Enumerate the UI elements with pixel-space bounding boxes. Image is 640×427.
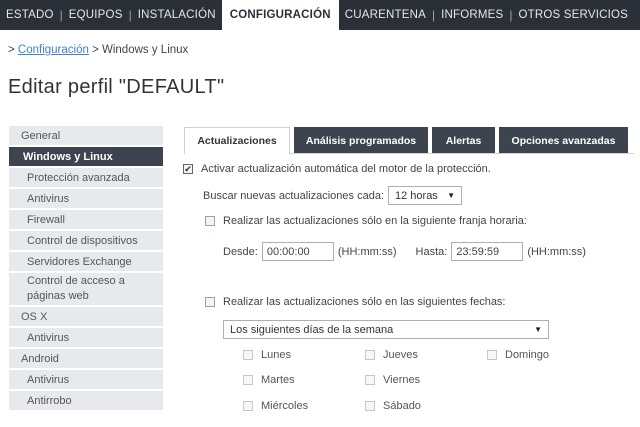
dates-row: Realizar las actualizaciones sólo en las… bbox=[205, 296, 506, 308]
day-label: Domingo bbox=[505, 349, 550, 361]
dates-mode-select[interactable]: Los siguientes días de la semana ▼ bbox=[223, 320, 549, 339]
nav-informes[interactable]: INFORMES bbox=[435, 0, 509, 30]
sidebar-item-android[interactable]: Android bbox=[9, 349, 163, 370]
day-checkbox-martes[interactable] bbox=[243, 375, 253, 385]
day-lunes: Lunes bbox=[243, 349, 291, 361]
desde-label: Desde: bbox=[223, 245, 258, 258]
day-miercoles: Miércoles bbox=[243, 400, 308, 412]
desde-format-hint: (HH:mm:ss) bbox=[337, 245, 397, 258]
hasta-format-hint: (HH:mm:ss) bbox=[527, 245, 586, 258]
time-range-row: Desde: 00:00:00 (HH:mm:ss) Hasta: 23:59:… bbox=[223, 242, 586, 261]
auto-update-checkbox[interactable]: ✔ bbox=[183, 164, 193, 174]
sidebar-item-servidores-exchange[interactable]: Servidores Exchange bbox=[9, 252, 163, 273]
day-viernes: Viernes bbox=[365, 374, 420, 386]
day-sabado: Sábado bbox=[365, 400, 421, 412]
tab-divider bbox=[290, 153, 634, 154]
day-label: Viernes bbox=[383, 374, 421, 386]
auto-update-row: ✔ Activar actualización automática del m… bbox=[183, 163, 491, 175]
tab-alertas[interactable]: Alertas bbox=[432, 127, 495, 154]
sidebar-item-label: Control de acceso a bbox=[27, 275, 125, 287]
nav-estado[interactable]: ESTADO bbox=[0, 0, 60, 30]
nav-otros-servicios[interactable]: OTROS SERVICIOS bbox=[513, 0, 635, 30]
search-interval-row: Buscar nuevas actualizaciones cada: 12 h… bbox=[203, 186, 462, 205]
page-title: Editar perfil "DEFAULT" bbox=[8, 76, 225, 98]
breadcrumb: > Configuración > Windows y Linux bbox=[8, 44, 188, 56]
tab-actualizaciones[interactable]: Actualizaciones bbox=[184, 127, 290, 154]
day-label: Lunes bbox=[261, 349, 291, 361]
sidebar-item-proteccion-avanzada[interactable]: Protección avanzada bbox=[9, 168, 163, 189]
sidebar-item-control-dispositivos[interactable]: Control de dispositivos bbox=[9, 231, 163, 252]
top-navigation: ESTADO | EQUIPOS | INSTALACIÓN CONFIGURA… bbox=[0, 0, 640, 30]
breadcrumb-link-configuracion[interactable]: Configuración bbox=[18, 44, 89, 56]
search-interval-label: Buscar nuevas actualizaciones cada: bbox=[203, 189, 384, 202]
sidebar-item-osx-antivirus[interactable]: Antivirus bbox=[9, 328, 163, 349]
sidebar-item-antirrobo[interactable]: Antirrobo bbox=[9, 391, 163, 412]
sidebar: General Windows y Linux Protección avanz… bbox=[9, 126, 163, 412]
day-checkbox-jueves[interactable] bbox=[365, 350, 375, 360]
chevron-down-icon: ▼ bbox=[447, 191, 455, 200]
sidebar-item-android-antivirus[interactable]: Antivirus bbox=[9, 370, 163, 391]
sidebar-item-osx[interactable]: OS X bbox=[9, 307, 163, 328]
day-label: Sábado bbox=[383, 400, 421, 412]
day-label: Miércoles bbox=[261, 400, 309, 412]
nav-equipos[interactable]: EQUIPOS bbox=[63, 0, 129, 30]
desde-input[interactable]: 00:00:00 bbox=[261, 242, 334, 261]
dates-mode-value: Los siguientes días de la semana bbox=[230, 323, 394, 336]
sidebar-item-label: páginas web bbox=[27, 290, 89, 302]
nav-cuarentena[interactable]: CUARENTENA bbox=[339, 0, 432, 30]
day-checkbox-lunes[interactable] bbox=[243, 350, 253, 360]
search-interval-select[interactable]: 12 horas ▼ bbox=[388, 186, 462, 205]
timeslot-checkbox[interactable] bbox=[205, 216, 215, 226]
sidebar-item-windows-linux[interactable]: Windows y Linux bbox=[9, 147, 163, 168]
breadcrumb-prefix: > bbox=[8, 44, 15, 56]
day-label: Martes bbox=[261, 374, 295, 386]
auto-update-label: Activar actualización automática del mot… bbox=[201, 163, 491, 175]
day-label: Jueves bbox=[383, 349, 418, 361]
nav-configuracion[interactable]: CONFIGURACIÓN bbox=[221, 0, 339, 30]
day-domingo: Domingo bbox=[487, 349, 549, 361]
tab-opciones-avanzadas[interactable]: Opciones avanzadas bbox=[499, 127, 628, 154]
sidebar-item-firewall[interactable]: Firewall bbox=[9, 210, 163, 231]
dates-select-row: Los siguientes días de la semana ▼ bbox=[223, 320, 549, 339]
dates-checkbox[interactable] bbox=[205, 297, 215, 307]
timeslot-label: Realizar las actualizaciones sólo en la … bbox=[223, 215, 527, 227]
dates-label: Realizar las actualizaciones sólo en las… bbox=[223, 296, 506, 308]
day-checkbox-domingo[interactable] bbox=[487, 350, 497, 360]
chevron-down-icon: ▼ bbox=[534, 325, 542, 334]
day-checkbox-sabado[interactable] bbox=[365, 401, 375, 411]
day-checkbox-miercoles[interactable] bbox=[243, 401, 253, 411]
timeslot-row: Realizar las actualizaciones sólo en la … bbox=[205, 215, 527, 227]
day-jueves: Jueves bbox=[365, 349, 418, 361]
breadcrumb-current: > Windows y Linux bbox=[92, 44, 189, 56]
search-interval-value: 12 horas bbox=[395, 189, 438, 202]
tab-analisis-programados[interactable]: Análisis programados bbox=[294, 127, 428, 154]
day-checkbox-viernes[interactable] bbox=[365, 375, 375, 385]
tab-bar: Actualizaciones Análisis programados Ale… bbox=[184, 127, 628, 154]
sidebar-item-general[interactable]: General bbox=[9, 126, 163, 147]
nav-instalacion[interactable]: INSTALACIÓN bbox=[132, 0, 222, 30]
sidebar-item-antivirus[interactable]: Antivirus bbox=[9, 189, 163, 210]
hasta-input[interactable]: 23:59:59 bbox=[451, 242, 524, 261]
day-martes: Martes bbox=[243, 374, 295, 386]
sidebar-item-control-acceso-web[interactable]: Control de acceso a páginas web bbox=[9, 273, 163, 307]
hasta-label: Hasta: bbox=[415, 245, 448, 258]
